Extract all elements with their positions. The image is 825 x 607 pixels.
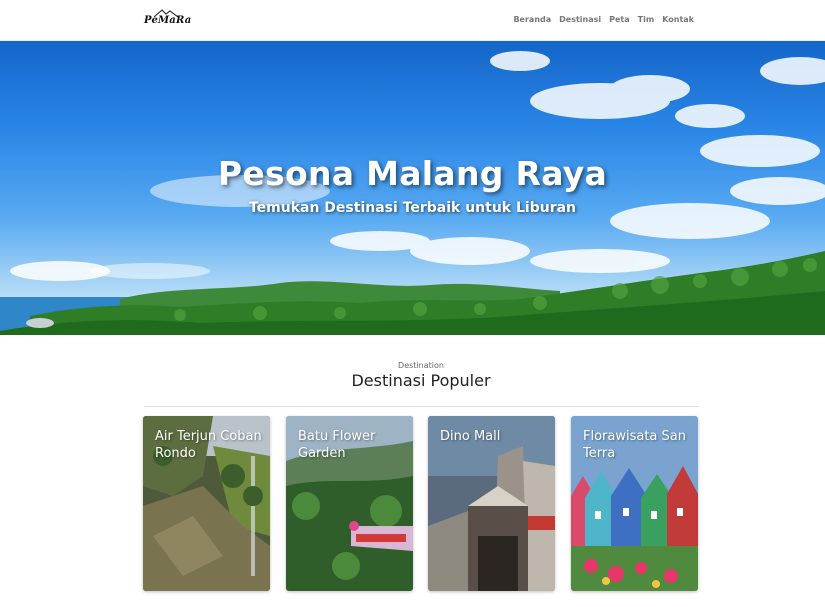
nav-tim[interactable]: Tim <box>638 15 655 24</box>
navbar: PeMaRa Beranda Destinasi Peta Tim Kontak <box>0 0 825 41</box>
nav-kontak[interactable]: Kontak <box>662 15 694 24</box>
destination-card-florawisata-san-terra[interactable]: Florawisata San Terra <box>571 416 698 591</box>
card-title: Batu Flower Garden <box>298 429 376 461</box>
destination-card-coban-rondo[interactable]: Air Terjun Coban Rondo <box>143 416 270 591</box>
card-title: Air Terjun Coban Rondo <box>155 429 262 461</box>
nav-peta[interactable]: Peta <box>609 15 630 24</box>
nav-destinasi[interactable]: Destinasi <box>559 15 601 24</box>
hero-title: Pesona Malang Raya <box>217 154 608 193</box>
destination-card-dino-mall[interactable]: Dino Mall <box>428 416 555 591</box>
site-logo[interactable]: PeMaRa <box>144 9 191 31</box>
main-nav: Beranda Destinasi Peta Tim Kontak <box>513 15 694 24</box>
card-title: Florawisata San Terra <box>583 429 686 461</box>
section-divider <box>144 406 699 407</box>
destination-card-batu-flower-garden[interactable]: Batu Flower Garden <box>286 416 413 591</box>
hero-banner: Pesona Malang Raya Temukan Destinasi Ter… <box>0 41 825 335</box>
section-tag: Destination <box>398 361 444 370</box>
hero-subtitle: Temukan Destinasi Terbaik untuk Liburan <box>248 200 577 216</box>
section-title: Destinasi Populer <box>351 371 491 390</box>
card-title: Dino Mall <box>440 429 501 444</box>
nav-beranda[interactable]: Beranda <box>513 15 551 24</box>
logo-text: PeMaRa <box>144 15 192 26</box>
